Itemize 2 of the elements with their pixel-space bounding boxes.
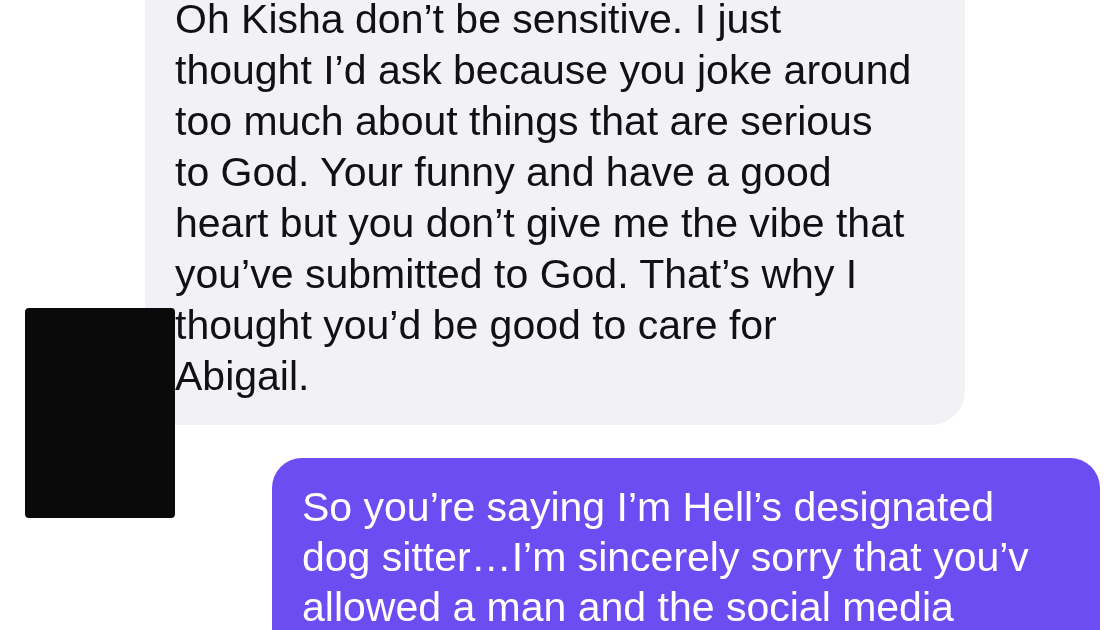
message-bubble: Oh Kisha don’t be sensitive. I just thought I’d ask because you joke around too much about things that are serious to God. Your funny and have a good heart but you don’t give me the vibe that you’ve submitted to God. That’s why I thought you’d be good to care for Abigail.	[145, 0, 965, 425]
message-bubble: So you’re saying I’m Hell’s designated dog sitter…I’m sincerely sorry that you’v allowed a man and the social media	[272, 458, 1100, 630]
